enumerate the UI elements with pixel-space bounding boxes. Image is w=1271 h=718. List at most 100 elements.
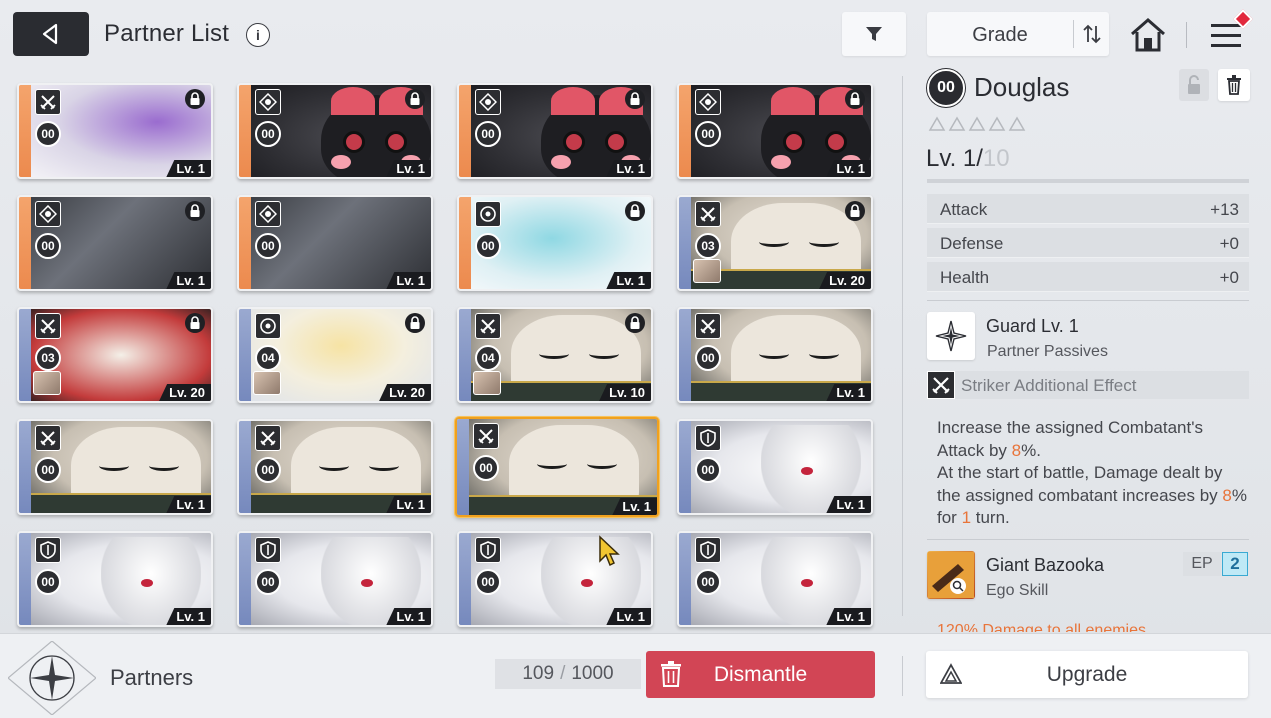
desc-value: 1 (961, 508, 972, 527)
portrait-detail (551, 87, 595, 115)
partner-type-badge (35, 425, 61, 451)
partner-type-badge (475, 313, 501, 339)
section-label: Partners (110, 665, 194, 690)
partner-card[interactable]: 00 Lv. 1 (457, 83, 653, 179)
upgrade-button[interactable]: Upgrade (926, 651, 1248, 698)
partner-count: 109 / 1000 (495, 659, 641, 689)
partner-card[interactable]: 03 Lv. 20 (17, 307, 213, 403)
partner-card[interactable]: 00 Lv. 1 (237, 531, 433, 627)
rarity-stripe (239, 309, 251, 401)
grade-badge: 03 (35, 345, 61, 371)
level-label: Lv. 20 (159, 384, 211, 401)
partner-card[interactable]: 00 Lv. 1 (237, 419, 433, 515)
locked-badge (625, 89, 645, 109)
partner-card[interactable]: 00 Lv. 1 (237, 83, 433, 179)
rarity-stripe (679, 309, 691, 401)
shield-icon (260, 541, 276, 559)
desc-text: Increase the assigned Combatant's Attack… (937, 418, 1203, 460)
portrait-detail (385, 131, 407, 153)
partner-card[interactable]: 03 Lv. 20 (677, 195, 873, 291)
partner-card[interactable]: 00 Lv. 1 (457, 195, 653, 291)
partner-type-badge (475, 537, 501, 563)
stat-value: +0 (1219, 234, 1239, 253)
grade-badge: 00 (35, 233, 61, 259)
partner-name: Douglas (974, 72, 1070, 102)
sort-label: Grade (972, 24, 1028, 46)
partner-card[interactable]: 04 Lv. 10 (457, 307, 653, 403)
star-outline-icon (988, 116, 1006, 131)
rarity-stripe (459, 533, 471, 625)
sort-dropdown[interactable]: Grade (927, 12, 1109, 56)
grade-badge: 00 (475, 569, 501, 595)
partner-card[interactable]: 00 Lv. 1 (17, 83, 213, 179)
ego-skill-button[interactable] (927, 551, 975, 599)
desc-value: 8 (1011, 440, 1022, 460)
grade-badge: 00 (695, 457, 721, 483)
stat-row-defense: Defense +0 (927, 228, 1249, 258)
stat-value: +0 (1219, 268, 1239, 287)
grade-badge: 00 (35, 121, 61, 147)
partner-type-badge (35, 201, 61, 227)
portrait-detail (141, 579, 153, 587)
partner-card[interactable]: 00 Lv. 1 (457, 531, 653, 627)
grade-badge: 00 (473, 455, 499, 481)
partner-card[interactable]: 00 Lv. 1 (455, 417, 659, 517)
level-label: Lv. 20 (819, 272, 871, 289)
stat-label: Health (940, 268, 990, 287)
partner-card[interactable]: 00 Lv. 1 (677, 531, 873, 627)
partner-card[interactable]: 00 Lv. 1 (17, 195, 213, 291)
rarity-stripe (459, 309, 471, 401)
detail-grade-badge: 00 (927, 69, 965, 107)
target-icon (699, 93, 717, 111)
partner-card[interactable]: 00 Lv. 1 (17, 531, 213, 627)
equipped-combatant-thumb (253, 371, 281, 395)
lock-icon (190, 204, 200, 217)
stat-row-health: Health +0 (927, 262, 1249, 292)
portrait-detail (551, 155, 571, 169)
home-button[interactable] (1128, 16, 1168, 54)
lock-toggle-button[interactable] (1179, 69, 1209, 101)
stat-row-attack: Attack +13 (927, 194, 1249, 224)
level-current: Lv. 1/ (926, 145, 983, 172)
shield-icon (700, 429, 716, 447)
desc-text: At the start of battle, Damage dealt by … (937, 463, 1223, 505)
partner-card[interactable]: 00 Lv. 1 (677, 419, 873, 515)
grade-badge: 00 (695, 345, 721, 371)
partner-type-badge (35, 537, 61, 563)
locked-badge (845, 89, 865, 109)
filter-button[interactable] (842, 12, 906, 56)
passive-skill-type: Partner Passives (987, 343, 1108, 360)
passive-skill-button[interactable] (927, 312, 975, 360)
partner-card[interactable]: 00 Lv. 1 (677, 83, 873, 179)
lock-icon (850, 204, 860, 217)
crossed-swords-icon (40, 319, 56, 334)
stat-value: +13 (1210, 200, 1239, 219)
crossed-swords-icon (700, 319, 716, 334)
level-label: Lv. 20 (379, 384, 431, 401)
grade-badge: 03 (695, 233, 721, 259)
portrait-detail (771, 155, 791, 169)
portrait-detail (369, 461, 399, 471)
partner-card[interactable]: 00 Lv. 1 (237, 195, 433, 291)
lock-icon (630, 316, 640, 329)
partner-type-badge (255, 313, 281, 339)
portrait-detail (809, 237, 839, 247)
back-button[interactable] (13, 12, 89, 56)
rarity-stars (928, 116, 1026, 132)
info-glyph: i (256, 27, 260, 43)
home-icon (1131, 18, 1165, 52)
sort-order-toggle[interactable] (1077, 20, 1107, 48)
dismantle-button[interactable]: Dismantle (646, 651, 875, 698)
effect-label: Striker Additional Effect (961, 376, 1137, 395)
grade-badge: 04 (475, 345, 501, 371)
lock-icon (410, 92, 420, 105)
partner-card[interactable]: 00 Lv. 1 (17, 419, 213, 515)
partner-card[interactable]: 00 Lv. 1 (677, 307, 873, 403)
star-outline-icon (968, 116, 986, 131)
delete-button[interactable] (1218, 69, 1250, 101)
lock-icon (190, 316, 200, 329)
partner-card[interactable]: 04 Lv. 20 (237, 307, 433, 403)
info-icon[interactable]: i (246, 23, 270, 47)
equipped-combatant-thumb (33, 371, 61, 395)
grade-badge: 00 (35, 457, 61, 483)
